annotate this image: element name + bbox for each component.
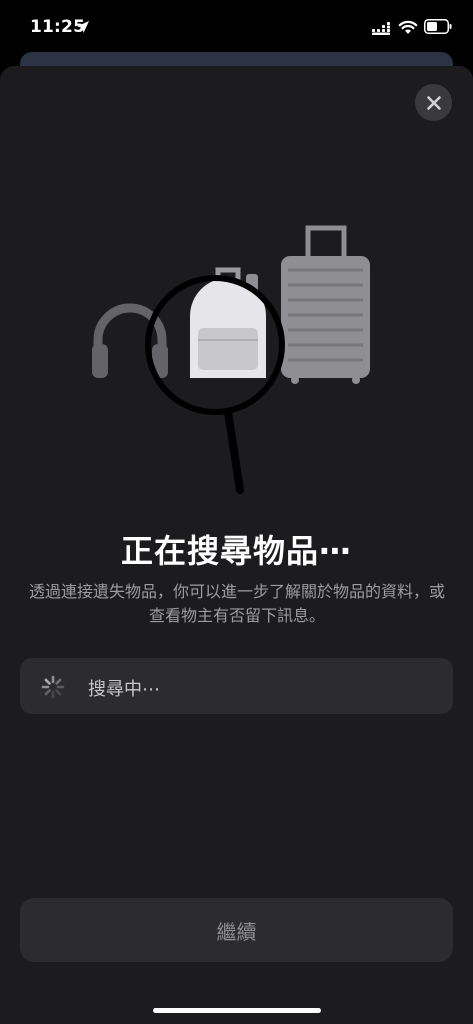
suitcase-icon: [281, 225, 370, 384]
backpack-icon: [190, 267, 266, 378]
search-status-row: 搜尋中⋯: [20, 658, 453, 714]
battery-icon: [424, 19, 452, 34]
page-title: 正在搜尋物品⋯: [120, 532, 352, 570]
location-arrow-icon: [77, 21, 89, 33]
lost-items-illustration: [92, 225, 370, 494]
home-indicator[interactable]: [153, 1008, 321, 1013]
close-icon: [426, 95, 441, 110]
search-status-label: 搜尋中⋯: [88, 679, 160, 700]
status-bar: 11:25: [0, 0, 473, 56]
cellular-signal-icon: [372, 22, 390, 35]
close-button[interactable]: [415, 84, 452, 121]
description-text: 透過連接遺失物品，你可以進一步了解關於物品的資料，或查看物主有否留下訊息。: [28, 582, 445, 625]
wifi-icon: [398, 20, 418, 34]
activity-spinner-icon: [41, 675, 65, 699]
screen: 11:25 正在搜尋物品⋯ 透過連接遺失物品，你可以進一步了解關於物品的資料，或…: [0, 0, 473, 1024]
continue-button[interactable]: 繼續: [20, 898, 453, 962]
